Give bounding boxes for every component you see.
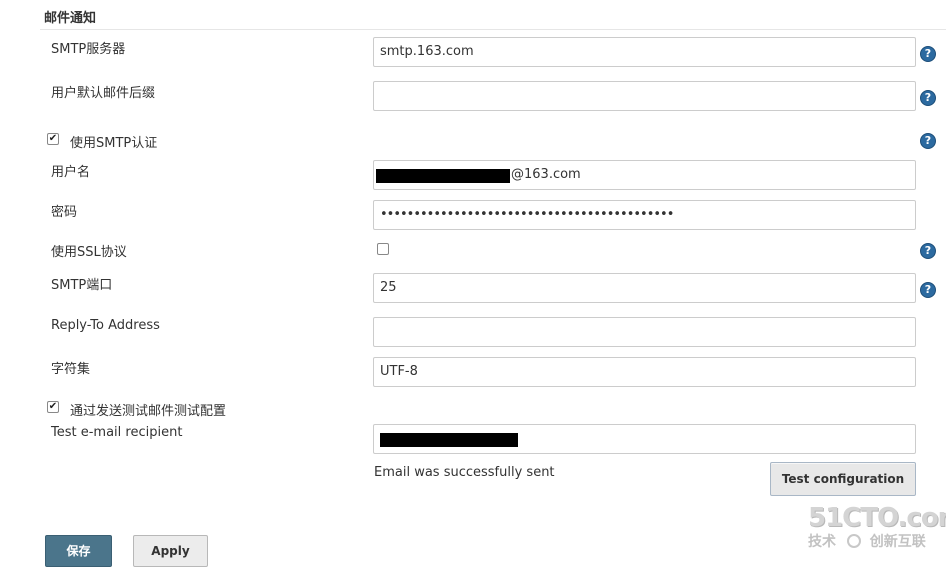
smtp-port-input[interactable]: 25 (373, 273, 916, 303)
smtp-server-help-icon[interactable]: ? (920, 46, 936, 62)
smtp-server-input[interactable]: smtp.163.com (373, 37, 916, 67)
reply-to-label: Reply-To Address (51, 318, 160, 333)
use-ssl-help-icon[interactable]: ? (920, 243, 936, 259)
use-ssl-label: 使用SSL协议 (51, 245, 127, 260)
reply-to-input[interactable] (373, 317, 916, 347)
username-domain: @163.com (511, 167, 581, 182)
smtp-port-label: SMTP端口 (51, 278, 113, 293)
test-by-email-checkbox[interactable]: ✔ (47, 401, 59, 413)
section-divider (40, 29, 946, 30)
smtp-server-label: SMTP服务器 (51, 42, 126, 57)
save-button[interactable]: 保存 (45, 535, 112, 567)
watermark-line1: 51CTO.com (808, 503, 946, 533)
username-input[interactable]: @163.com (373, 160, 916, 190)
use-smtp-auth-label: 使用SMTP认证 (70, 136, 158, 151)
test-recipient-input[interactable] (373, 424, 916, 454)
watermark-line2: 技术 (808, 534, 836, 550)
charset-input[interactable]: UTF-8 (373, 357, 916, 387)
apply-button[interactable]: Apply (133, 535, 208, 567)
default-suffix-input[interactable] (373, 81, 916, 111)
watermark-line3: 创新互联 (869, 534, 926, 550)
watermark-circle-icon (846, 534, 861, 548)
username-redaction (376, 169, 510, 183)
watermark-logo: 51CTO.com 技术 创新互联 (808, 503, 946, 569)
password-input[interactable]: ••••••••••••••••••••••••••••••••••••••••… (373, 200, 916, 230)
test-by-email-label: 通过发送测试邮件测试配置 (70, 404, 227, 419)
username-label: 用户名 (51, 165, 91, 180)
default-suffix-help-icon[interactable]: ? (920, 90, 936, 106)
charset-label: 字符集 (51, 362, 91, 377)
password-label: 密码 (51, 205, 78, 220)
test-status-message: Email was successfully sent (374, 465, 555, 480)
test-recipient-label: Test e-mail recipient (51, 425, 183, 440)
smtp-port-help-icon[interactable]: ? (920, 282, 936, 298)
use-smtp-auth-help-icon[interactable]: ? (920, 133, 936, 149)
use-ssl-checkbox[interactable] (377, 243, 389, 255)
section-title: 邮件通知 (44, 11, 97, 26)
test-recipient-redaction (380, 433, 518, 447)
default-suffix-label: 用户默认邮件后缀 (51, 86, 156, 101)
use-smtp-auth-checkbox[interactable]: ✔ (47, 133, 59, 145)
test-configuration-button[interactable]: Test configuration (770, 462, 916, 496)
